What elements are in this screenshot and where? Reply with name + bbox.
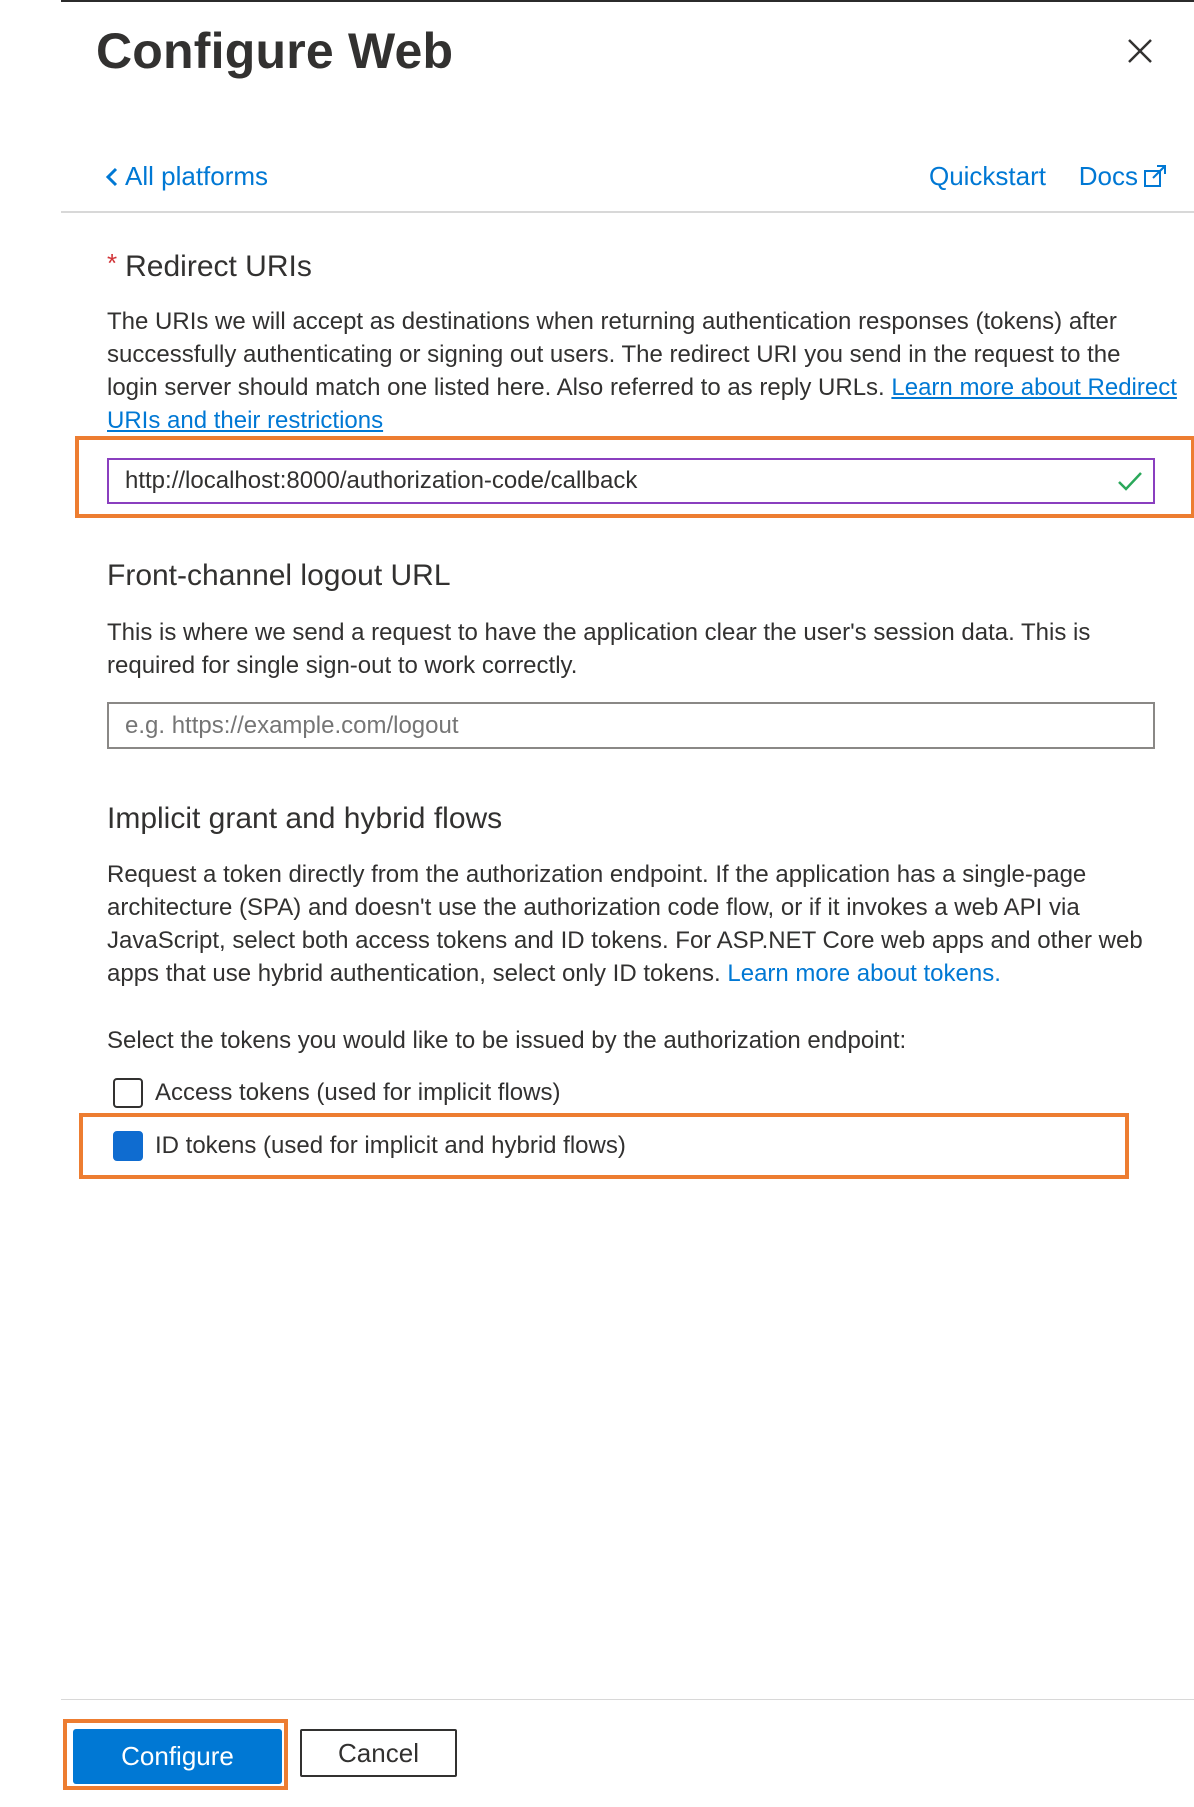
id-tokens-label: ID tokens (used for implicit and hybrid … [155,1132,626,1159]
logout-url-input[interactable] [107,702,1155,749]
all-platforms-link[interactable]: All platforms [105,161,268,192]
nav-divider [61,211,1194,213]
redirect-uri-value: http://localhost:8000/authorization-code… [125,467,638,494]
redirect-uri-input[interactable]: http://localhost:8000/authorization-code… [107,458,1155,504]
external-link-icon [1144,164,1166,187]
redirect-uris-description: The URIs we will accept as destinations … [107,305,1177,437]
implicit-grant-description: Request a token directly from the author… [107,858,1177,990]
access-tokens-option[interactable]: Access tokens (used for implicit flows) [113,1078,560,1108]
valid-check-icon [1118,472,1142,491]
access-tokens-label: Access tokens (used for implicit flows) [155,1079,561,1106]
docs-label: Docs [1078,161,1138,191]
panel-nav: All platforms Quickstart Docs [61,152,1194,202]
redirect-uris-heading: * Redirect URIs [107,248,312,284]
implicit-grant-title: Implicit grant and hybrid flows [107,802,503,835]
quickstart-link[interactable]: Quickstart [929,161,1046,192]
redirect-uris-title: Redirect URIs [125,250,312,283]
configure-web-panel: Configure Web All platforms Quickstart D… [61,0,1194,1807]
access-tokens-checkbox[interactable] [113,1078,143,1108]
token-select-prompt: Select the tokens you would like to be i… [107,1027,907,1054]
logout-url-title: Front-channel logout URL [107,559,451,592]
configure-button[interactable]: Configure [73,1729,282,1784]
panel-title: Configure Web [96,23,454,79]
docs-link[interactable]: Docs [1079,161,1168,192]
close-icon[interactable] [1121,32,1159,70]
logout-url-description: This is where we send a request to have … [107,619,1091,679]
footer-divider [61,1699,1194,1700]
all-platforms-label: All platforms [125,161,269,191]
tokens-learn-more-link[interactable]: Learn more about tokens. [727,960,1001,987]
cancel-button[interactable]: Cancel [300,1729,457,1777]
required-marker: * [107,248,118,278]
id-tokens-option[interactable]: ID tokens (used for implicit and hybrid … [113,1131,626,1161]
id-tokens-checkbox[interactable] [113,1131,143,1161]
chevron-left-icon [105,167,118,186]
